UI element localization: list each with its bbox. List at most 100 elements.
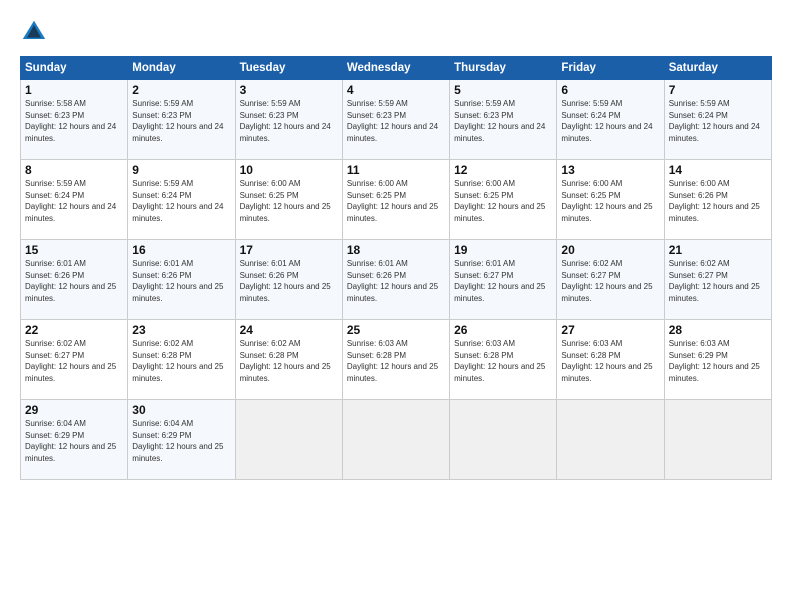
table-row: 9 Sunrise: 5:59 AMSunset: 6:24 PMDayligh… [128, 160, 235, 240]
day-info: Sunrise: 5:59 AMSunset: 6:24 PMDaylight:… [669, 98, 767, 144]
table-row: 26 Sunrise: 6:03 AMSunset: 6:28 PMDaylig… [450, 320, 557, 400]
day-number: 26 [454, 323, 552, 337]
day-number: 5 [454, 83, 552, 97]
table-row: 27 Sunrise: 6:03 AMSunset: 6:28 PMDaylig… [557, 320, 664, 400]
table-row [450, 400, 557, 480]
day-number: 28 [669, 323, 767, 337]
table-row: 7 Sunrise: 5:59 AMSunset: 6:24 PMDayligh… [664, 80, 771, 160]
day-info: Sunrise: 5:59 AMSunset: 6:24 PMDaylight:… [25, 178, 123, 224]
table-row: 24 Sunrise: 6:02 AMSunset: 6:28 PMDaylig… [235, 320, 342, 400]
day-number: 6 [561, 83, 659, 97]
day-number: 19 [454, 243, 552, 257]
calendar-table: Sunday Monday Tuesday Wednesday Thursday… [20, 56, 772, 480]
table-row: 8 Sunrise: 5:59 AMSunset: 6:24 PMDayligh… [21, 160, 128, 240]
logo-icon [20, 18, 48, 46]
calendar-body: 1 Sunrise: 5:58 AMSunset: 6:23 PMDayligh… [21, 80, 772, 480]
col-monday: Monday [128, 57, 235, 80]
calendar-page: Sunday Monday Tuesday Wednesday Thursday… [0, 0, 792, 612]
table-row: 2 Sunrise: 5:59 AMSunset: 6:23 PMDayligh… [128, 80, 235, 160]
day-info: Sunrise: 6:00 AMSunset: 6:25 PMDaylight:… [347, 178, 445, 224]
table-row: 21 Sunrise: 6:02 AMSunset: 6:27 PMDaylig… [664, 240, 771, 320]
day-number: 11 [347, 163, 445, 177]
day-info: Sunrise: 6:03 AMSunset: 6:28 PMDaylight:… [454, 338, 552, 384]
table-row: 22 Sunrise: 6:02 AMSunset: 6:27 PMDaylig… [21, 320, 128, 400]
day-info: Sunrise: 5:58 AMSunset: 6:23 PMDaylight:… [25, 98, 123, 144]
table-row: 20 Sunrise: 6:02 AMSunset: 6:27 PMDaylig… [557, 240, 664, 320]
day-number: 3 [240, 83, 338, 97]
day-info: Sunrise: 6:04 AMSunset: 6:29 PMDaylight:… [132, 418, 230, 464]
day-info: Sunrise: 6:01 AMSunset: 6:26 PMDaylight:… [347, 258, 445, 304]
table-row: 25 Sunrise: 6:03 AMSunset: 6:28 PMDaylig… [342, 320, 449, 400]
day-info: Sunrise: 5:59 AMSunset: 6:24 PMDaylight:… [561, 98, 659, 144]
table-row: 17 Sunrise: 6:01 AMSunset: 6:26 PMDaylig… [235, 240, 342, 320]
table-row: 15 Sunrise: 6:01 AMSunset: 6:26 PMDaylig… [21, 240, 128, 320]
col-tuesday: Tuesday [235, 57, 342, 80]
table-row [235, 400, 342, 480]
day-info: Sunrise: 5:59 AMSunset: 6:23 PMDaylight:… [240, 98, 338, 144]
col-wednesday: Wednesday [342, 57, 449, 80]
table-row: 6 Sunrise: 5:59 AMSunset: 6:24 PMDayligh… [557, 80, 664, 160]
day-info: Sunrise: 6:02 AMSunset: 6:28 PMDaylight:… [132, 338, 230, 384]
day-info: Sunrise: 6:02 AMSunset: 6:27 PMDaylight:… [25, 338, 123, 384]
day-number: 4 [347, 83, 445, 97]
table-row: 29 Sunrise: 6:04 AMSunset: 6:29 PMDaylig… [21, 400, 128, 480]
table-row: 13 Sunrise: 6:00 AMSunset: 6:25 PMDaylig… [557, 160, 664, 240]
day-number: 13 [561, 163, 659, 177]
day-info: Sunrise: 5:59 AMSunset: 6:24 PMDaylight:… [132, 178, 230, 224]
day-info: Sunrise: 5:59 AMSunset: 6:23 PMDaylight:… [347, 98, 445, 144]
day-number: 9 [132, 163, 230, 177]
day-info: Sunrise: 6:02 AMSunset: 6:27 PMDaylight:… [669, 258, 767, 304]
day-info: Sunrise: 6:01 AMSunset: 6:26 PMDaylight:… [25, 258, 123, 304]
day-number: 24 [240, 323, 338, 337]
col-sunday: Sunday [21, 57, 128, 80]
day-number: 15 [25, 243, 123, 257]
table-row: 14 Sunrise: 6:00 AMSunset: 6:26 PMDaylig… [664, 160, 771, 240]
header-row: Sunday Monday Tuesday Wednesday Thursday… [21, 57, 772, 80]
day-info: Sunrise: 6:02 AMSunset: 6:27 PMDaylight:… [561, 258, 659, 304]
day-info: Sunrise: 6:00 AMSunset: 6:25 PMDaylight:… [454, 178, 552, 224]
day-info: Sunrise: 6:03 AMSunset: 6:29 PMDaylight:… [669, 338, 767, 384]
table-row: 4 Sunrise: 5:59 AMSunset: 6:23 PMDayligh… [342, 80, 449, 160]
day-info: Sunrise: 6:00 AMSunset: 6:25 PMDaylight:… [561, 178, 659, 224]
calendar-header: Sunday Monday Tuesday Wednesday Thursday… [21, 57, 772, 80]
day-number: 10 [240, 163, 338, 177]
table-row: 19 Sunrise: 6:01 AMSunset: 6:27 PMDaylig… [450, 240, 557, 320]
day-info: Sunrise: 5:59 AMSunset: 6:23 PMDaylight:… [454, 98, 552, 144]
day-number: 14 [669, 163, 767, 177]
table-row: 12 Sunrise: 6:00 AMSunset: 6:25 PMDaylig… [450, 160, 557, 240]
day-number: 27 [561, 323, 659, 337]
day-number: 8 [25, 163, 123, 177]
header [20, 18, 772, 46]
table-row: 3 Sunrise: 5:59 AMSunset: 6:23 PMDayligh… [235, 80, 342, 160]
day-number: 1 [25, 83, 123, 97]
table-row: 10 Sunrise: 6:00 AMSunset: 6:25 PMDaylig… [235, 160, 342, 240]
day-info: Sunrise: 6:02 AMSunset: 6:28 PMDaylight:… [240, 338, 338, 384]
day-info: Sunrise: 6:01 AMSunset: 6:27 PMDaylight:… [454, 258, 552, 304]
table-row: 1 Sunrise: 5:58 AMSunset: 6:23 PMDayligh… [21, 80, 128, 160]
day-number: 17 [240, 243, 338, 257]
day-number: 16 [132, 243, 230, 257]
table-row: 5 Sunrise: 5:59 AMSunset: 6:23 PMDayligh… [450, 80, 557, 160]
day-number: 7 [669, 83, 767, 97]
table-row: 16 Sunrise: 6:01 AMSunset: 6:26 PMDaylig… [128, 240, 235, 320]
day-number: 2 [132, 83, 230, 97]
day-info: Sunrise: 6:01 AMSunset: 6:26 PMDaylight:… [240, 258, 338, 304]
day-number: 18 [347, 243, 445, 257]
day-number: 30 [132, 403, 230, 417]
day-info: Sunrise: 6:03 AMSunset: 6:28 PMDaylight:… [347, 338, 445, 384]
table-row: 11 Sunrise: 6:00 AMSunset: 6:25 PMDaylig… [342, 160, 449, 240]
table-row: 23 Sunrise: 6:02 AMSunset: 6:28 PMDaylig… [128, 320, 235, 400]
day-info: Sunrise: 5:59 AMSunset: 6:23 PMDaylight:… [132, 98, 230, 144]
table-row [664, 400, 771, 480]
day-number: 12 [454, 163, 552, 177]
table-row [342, 400, 449, 480]
day-info: Sunrise: 6:01 AMSunset: 6:26 PMDaylight:… [132, 258, 230, 304]
day-number: 25 [347, 323, 445, 337]
day-number: 22 [25, 323, 123, 337]
table-row: 30 Sunrise: 6:04 AMSunset: 6:29 PMDaylig… [128, 400, 235, 480]
day-info: Sunrise: 6:04 AMSunset: 6:29 PMDaylight:… [25, 418, 123, 464]
day-info: Sunrise: 6:00 AMSunset: 6:25 PMDaylight:… [240, 178, 338, 224]
day-number: 29 [25, 403, 123, 417]
col-thursday: Thursday [450, 57, 557, 80]
table-row: 28 Sunrise: 6:03 AMSunset: 6:29 PMDaylig… [664, 320, 771, 400]
